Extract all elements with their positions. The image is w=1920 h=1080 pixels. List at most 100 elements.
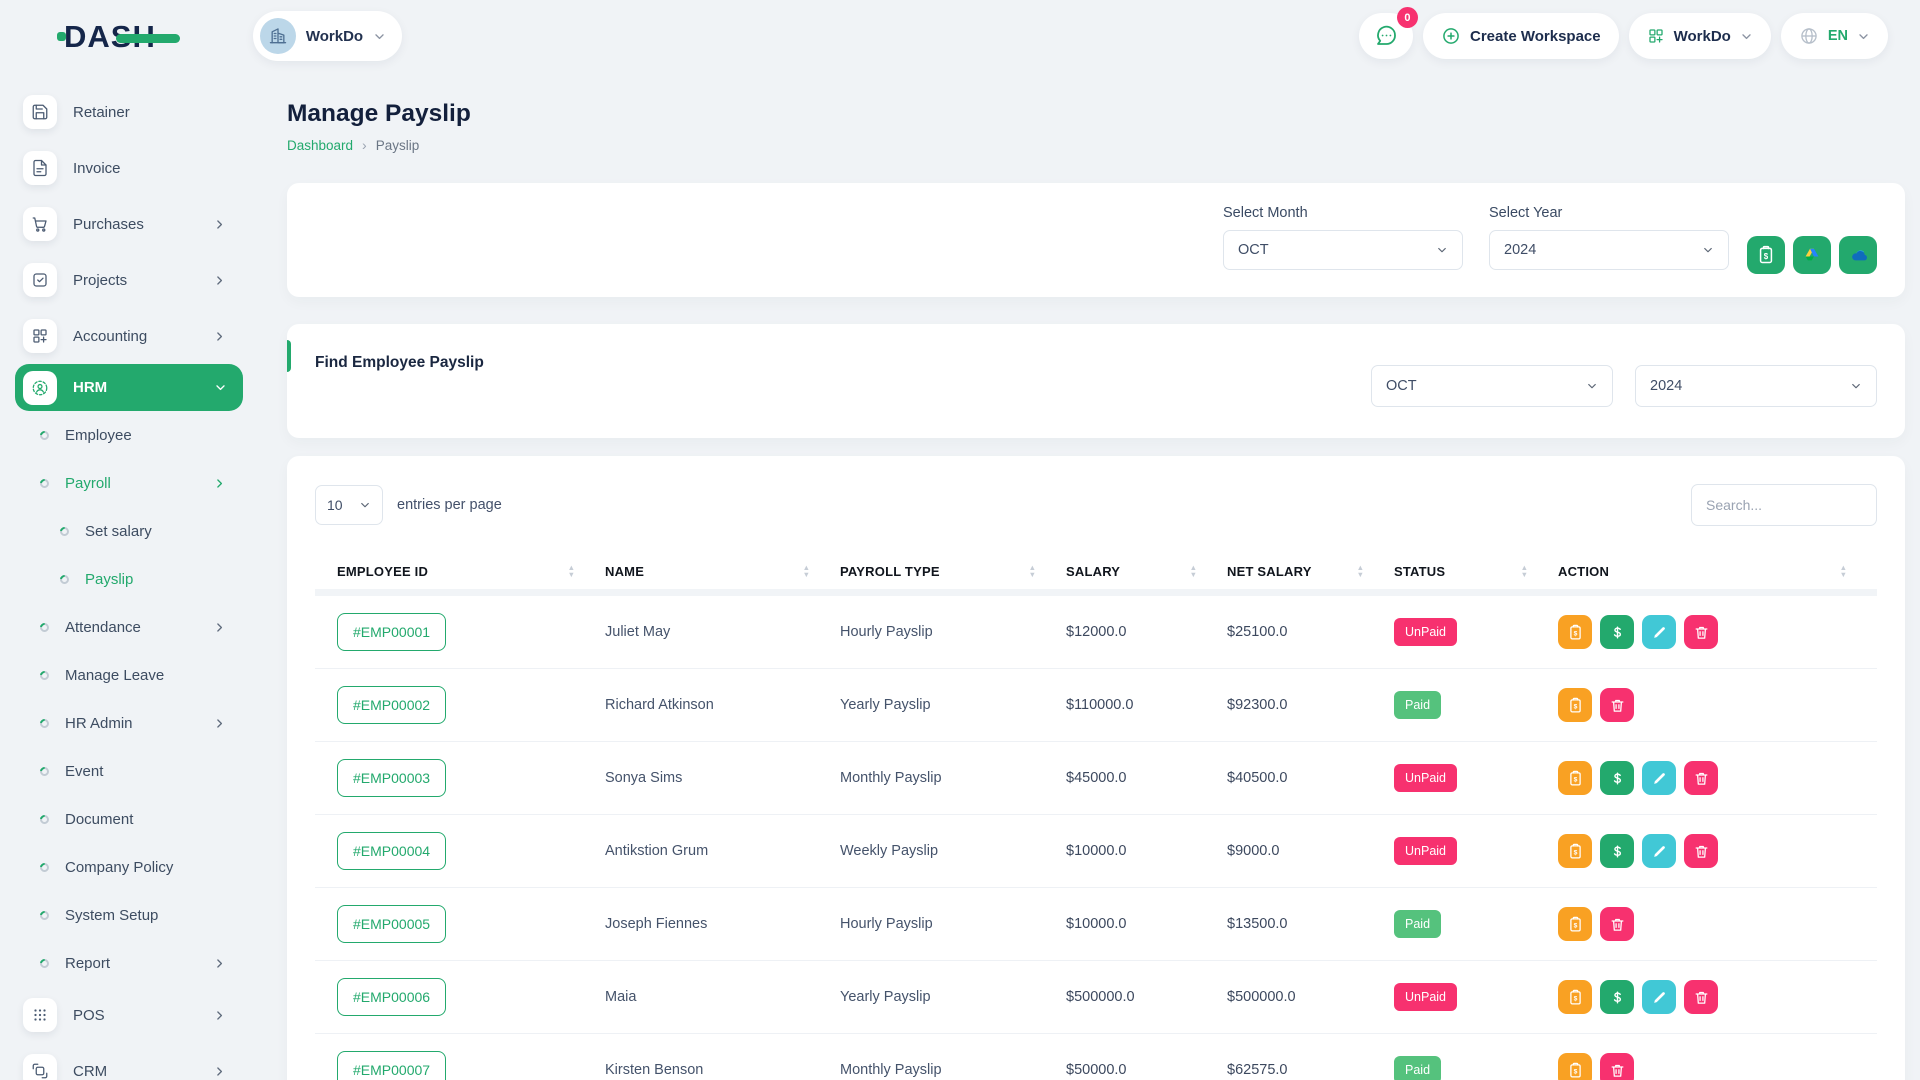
pay-button[interactable] (1600, 980, 1634, 1014)
sidebar-item-manage-leave[interactable]: Manage Leave (0, 651, 272, 699)
sort-icon[interactable]: ▲▼ (1190, 565, 1197, 578)
column-header-payroll-type[interactable]: PAYROLL TYPE▲▼ (840, 564, 1066, 579)
employee-id-chip[interactable]: #EMP00004 (337, 832, 446, 870)
app-logo[interactable]: DASH (64, 21, 156, 52)
payslip-button[interactable]: $ (1558, 907, 1592, 941)
payslip-button[interactable]: $ (1558, 1053, 1592, 1080)
sidebar-item-label: Manage Leave (65, 667, 164, 684)
sidebar-item-hrm[interactable]: HRM (15, 364, 243, 411)
google-drive-button[interactable] (1793, 236, 1831, 274)
edit-button[interactable] (1642, 980, 1676, 1014)
delete-button[interactable] (1600, 688, 1634, 722)
sidebar-item-invoice[interactable]: Invoice (0, 140, 272, 196)
sidebar-item-hr-admin[interactable]: HR Admin (0, 699, 272, 747)
pay-button[interactable] (1600, 834, 1634, 868)
column-header-name[interactable]: NAME▲▼ (605, 564, 840, 579)
edit-button[interactable] (1642, 615, 1676, 649)
find-year-select[interactable]: 2024 (1635, 365, 1877, 407)
sort-icon[interactable]: ▲▼ (1029, 565, 1036, 578)
search-input[interactable] (1691, 484, 1877, 526)
employee-id-chip[interactable]: #EMP00001 (337, 613, 446, 651)
delete-button[interactable] (1684, 761, 1718, 795)
delete-button[interactable] (1600, 907, 1634, 941)
employee-id-chip[interactable]: #EMP00002 (337, 686, 446, 724)
employee-id-chip[interactable]: #EMP00005 (337, 905, 446, 943)
employee-name: Kirsten Benson (605, 1062, 840, 1078)
sidebar-item-label: HR Admin (65, 715, 133, 732)
sort-icon[interactable]: ▲▼ (803, 565, 810, 578)
payslip-button[interactable]: $ (1558, 980, 1592, 1014)
sort-icon[interactable]: ▲▼ (1840, 565, 1847, 578)
delete-button[interactable] (1684, 615, 1718, 649)
sidebar-item-projects[interactable]: Projects (0, 252, 272, 308)
delete-button[interactable] (1684, 834, 1718, 868)
employee-name: Sonya Sims (605, 770, 840, 786)
google-drive-icon (1802, 245, 1822, 265)
salary-value: $500000.0 (1066, 989, 1227, 1005)
row-actions: $ (1558, 761, 1877, 795)
export-payslip-button[interactable]: $ (1747, 236, 1785, 274)
create-workspace-button[interactable]: Create Workspace (1423, 13, 1619, 59)
workspace-switcher[interactable]: WorkDo (253, 11, 402, 61)
table-row: #EMP00007Kirsten BensonMonthly Payslip$5… (315, 1034, 1877, 1080)
sidebar-item-label: HRM (73, 379, 107, 396)
pos-grid-icon (23, 998, 57, 1032)
breadcrumb-dashboard-link[interactable]: Dashboard (287, 138, 353, 153)
pay-button[interactable] (1600, 615, 1634, 649)
find-month-select[interactable]: OCT (1371, 365, 1613, 407)
trash-icon (1609, 916, 1626, 933)
sidebar-item-label: Event (65, 763, 103, 780)
payslip-button[interactable]: $ (1558, 615, 1592, 649)
sidebar-item-pos[interactable]: POS (0, 987, 272, 1043)
column-header-action[interactable]: ACTION▲▼ (1558, 564, 1877, 579)
year-select[interactable]: 2024 (1489, 230, 1729, 270)
trash-icon (1693, 624, 1710, 641)
messages-button[interactable]: 0 (1359, 13, 1413, 59)
workspace-name: WorkDo (306, 28, 363, 45)
sidebar-item-report[interactable]: Report (0, 939, 272, 987)
sidebar-item-accounting[interactable]: Accounting (0, 308, 272, 364)
sidebar-item-label: Set salary (85, 523, 152, 540)
sidebar-item-purchases[interactable]: Purchases (0, 196, 272, 252)
sidebar-item-event[interactable]: Event (0, 747, 272, 795)
sort-icon[interactable]: ▲▼ (568, 565, 575, 578)
employee-id-chip[interactable]: #EMP00006 (337, 978, 446, 1016)
delete-button[interactable] (1684, 980, 1718, 1014)
column-header-net-salary[interactable]: NET SALARY▲▼ (1227, 564, 1394, 579)
sort-icon[interactable]: ▲▼ (1357, 565, 1364, 578)
sidebar-item-attendance[interactable]: Attendance (0, 603, 272, 651)
edit-button[interactable] (1642, 761, 1676, 795)
language-button[interactable]: EN (1781, 13, 1888, 59)
sort-icon[interactable]: ▲▼ (1521, 565, 1528, 578)
sidebar-item-payroll[interactable]: Payroll (0, 459, 272, 507)
sidebar-item-employee[interactable]: Employee (0, 411, 272, 459)
delete-button[interactable] (1600, 1053, 1634, 1080)
employee-id-chip[interactable]: #EMP00003 (337, 759, 446, 797)
chevron-right-icon (213, 1009, 226, 1022)
pay-button[interactable] (1600, 761, 1634, 795)
sidebar-item-system-setup[interactable]: System Setup (0, 891, 272, 939)
month-select[interactable]: OCT (1223, 230, 1463, 270)
column-header-employee-id[interactable]: EMPLOYEE ID▲▼ (315, 564, 605, 579)
edit-button[interactable] (1642, 834, 1676, 868)
trash-icon (1609, 1062, 1626, 1079)
payslip-button[interactable]: $ (1558, 761, 1592, 795)
sidebar-item-label: Attendance (65, 619, 141, 636)
cart-icon (23, 207, 57, 241)
sidebar-item-set-salary[interactable]: Set salary (0, 507, 272, 555)
employee-id-chip[interactable]: #EMP00007 (337, 1051, 446, 1080)
sidebar-item-crm[interactable]: CRM (0, 1043, 272, 1080)
net-salary-value: $62575.0 (1227, 1062, 1394, 1078)
entries-per-page-select[interactable]: 10 (315, 485, 383, 525)
payslip-button[interactable]: $ (1558, 834, 1592, 868)
onedrive-button[interactable] (1839, 236, 1877, 274)
sidebar-item-company-policy[interactable]: Company Policy (0, 843, 272, 891)
svg-text:$: $ (1573, 849, 1577, 856)
sidebar-item-document[interactable]: Document (0, 795, 272, 843)
column-header-salary[interactable]: SALARY▲▼ (1066, 564, 1227, 579)
sidebar-item-retainer[interactable]: Retainer (0, 84, 272, 140)
sidebar-item-payslip[interactable]: Payslip (0, 555, 272, 603)
column-header-status[interactable]: STATUS▲▼ (1394, 564, 1558, 579)
workdo-menu-button[interactable]: WorkDo (1629, 13, 1771, 59)
payslip-button[interactable]: $ (1558, 688, 1592, 722)
